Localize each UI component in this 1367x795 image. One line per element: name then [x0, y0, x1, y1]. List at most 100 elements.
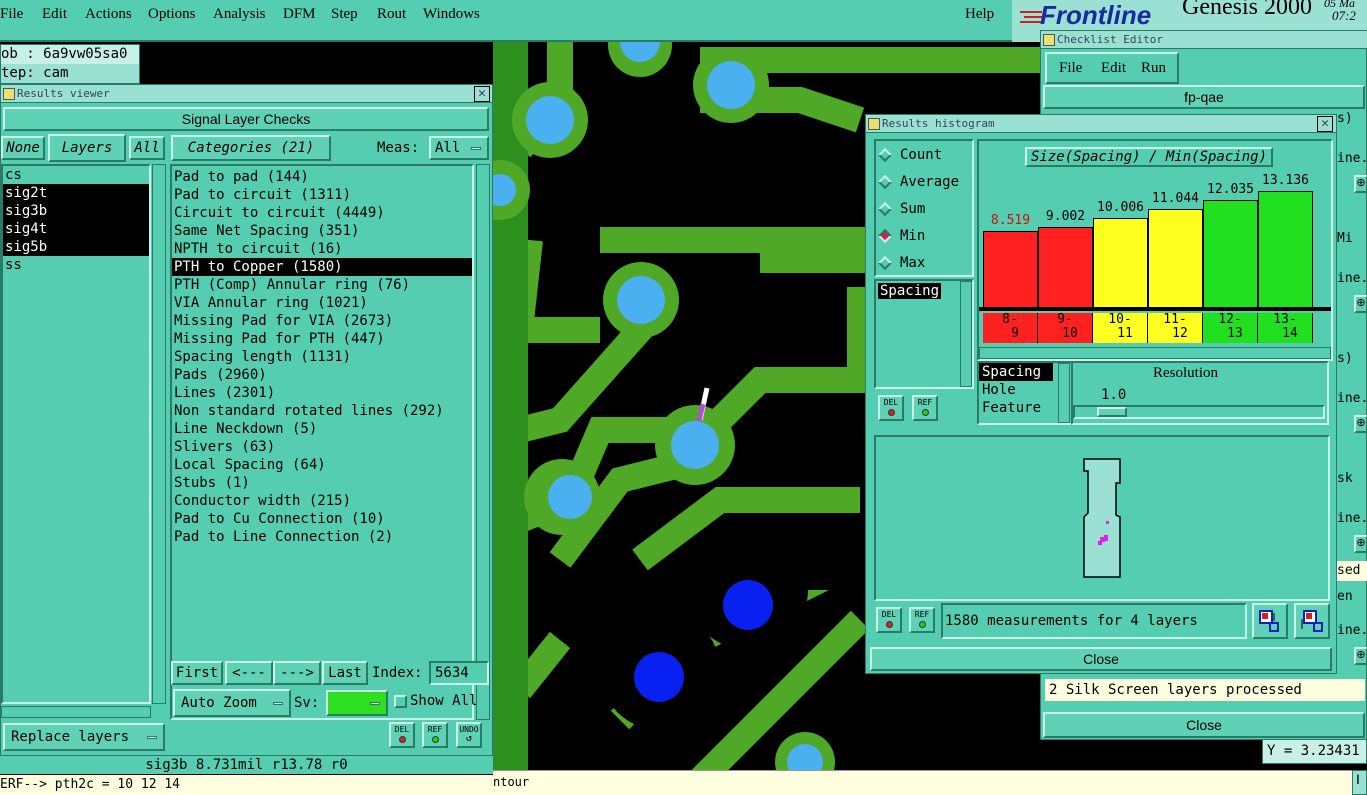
expand-icon[interactable]: ⊕ [1354, 535, 1367, 553]
chart-hscrollbar[interactable] [979, 347, 1331, 359]
window-menu-icon[interactable] [868, 118, 880, 130]
radio-sum[interactable]: Sum [876, 195, 972, 222]
category-item[interactable]: Spacing length (1131) [172, 348, 472, 366]
category-item[interactable]: Missing Pad for PTH (447) [172, 330, 472, 348]
histogram-bar[interactable] [1258, 191, 1313, 309]
measure-item[interactable]: Spacing [878, 283, 942, 299]
category-item[interactable]: VIA Annular ring (1021) [172, 294, 472, 312]
checklist-editor-titlebar[interactable]: Checklist Editor [1041, 31, 1367, 49]
zoom-back-icon[interactable] [1294, 603, 1330, 639]
checklist-menu-run[interactable]: Run [1141, 60, 1166, 77]
category-item[interactable]: Pad to Line Connection (2) [172, 528, 472, 546]
category-item[interactable]: Same Net Spacing (351) [172, 222, 472, 240]
checklist-item-fragment[interactable]: ine. [1337, 389, 1367, 409]
show-all-checkbox[interactable] [394, 695, 407, 708]
histogram-bar[interactable] [1038, 227, 1093, 309]
all-layers-button[interactable]: All [129, 136, 165, 160]
close-icon[interactable]: ✕ [1317, 116, 1333, 132]
category-item[interactable]: Circuit to circuit (4449) [172, 204, 472, 222]
checklist-item-fragment[interactable]: s) [1337, 109, 1367, 129]
index-field[interactable]: 5634 [429, 661, 489, 685]
delete-button[interactable]: DEL [389, 722, 415, 748]
replace-layers-dropdown[interactable]: Replace layers [3, 723, 165, 751]
layer-item[interactable]: sig3b [3, 202, 149, 220]
expand-icon[interactable]: ⊕ [1354, 295, 1367, 313]
layer-list[interactable]: cs sig2t sig3b sig4t sig5b ss [1, 164, 151, 704]
window-menu-icon[interactable] [1043, 34, 1055, 46]
resolution-slider-thumb[interactable] [1097, 407, 1127, 417]
checklist-item-fragment[interactable]: ine. [1337, 621, 1367, 641]
next-button[interactable]: ---> [273, 661, 321, 685]
category-item[interactable]: Pads (2960) [172, 366, 472, 384]
checklist-close-button[interactable]: Close [1043, 712, 1365, 738]
histogram-ref-button[interactable]: REF [912, 395, 938, 421]
layer-item[interactable]: sig2t [3, 184, 149, 202]
ref-button[interactable]: REF [422, 722, 448, 748]
histogram-bar[interactable] [1093, 218, 1148, 309]
checklist-item-fragment[interactable]: ine. [1337, 149, 1367, 169]
layer-list-hscrollbar[interactable] [1, 706, 151, 718]
zoom-to-selection-icon[interactable] [1252, 603, 1288, 639]
checklist-item-fragment[interactable]: sed [1337, 561, 1367, 581]
window-menu-icon[interactable] [3, 88, 15, 100]
last-button[interactable]: Last [322, 661, 368, 685]
category-item[interactable]: Stubs (1) [172, 474, 472, 492]
category-item[interactable]: Slivers (63) [172, 438, 472, 456]
menu-edit[interactable]: Edit [42, 6, 67, 23]
checklist-item-fragment[interactable]: sk [1337, 469, 1367, 489]
category-item[interactable]: PTH to Copper (1580) [172, 258, 472, 276]
checklist-item-fragment[interactable]: ine. [1337, 509, 1367, 529]
checklist-menu-file[interactable]: File [1059, 60, 1082, 77]
category-item[interactable]: Local Spacing (64) [172, 456, 472, 474]
type-item[interactable]: Spacing [979, 363, 1053, 381]
layers-button[interactable]: Layers [48, 134, 126, 162]
expand-icon[interactable]: ⊕ [1354, 175, 1367, 193]
measure-list[interactable]: Spacing [874, 279, 974, 389]
histogram-bar[interactable] [983, 231, 1038, 309]
checklist-item-fragment[interactable]: Mi [1337, 229, 1367, 249]
category-item[interactable]: Conductor width (215) [172, 492, 472, 510]
histogram-titlebar[interactable]: Results histogram ✕ [866, 115, 1336, 133]
measure-list-scrollbar[interactable] [960, 281, 972, 387]
preview-delete-button[interactable]: DEL [876, 607, 902, 633]
type-item[interactable]: Feature [979, 399, 1053, 417]
menu-dfm[interactable]: DFM [283, 6, 316, 23]
sv-color-dropdown[interactable] [326, 690, 388, 716]
menu-rout[interactable]: Rout [377, 6, 406, 23]
category-item[interactable]: Pad to Cu Connection (10) [172, 510, 472, 528]
histogram-bar[interactable] [1148, 209, 1203, 309]
checklist-item-fragment[interactable]: s) [1337, 349, 1367, 369]
radio-average[interactable]: Average [876, 168, 972, 195]
category-item[interactable]: Pad to circuit (1311) [172, 186, 472, 204]
menu-actions[interactable]: Actions [85, 6, 132, 23]
layer-list-scrollbar[interactable] [152, 164, 166, 704]
layer-item[interactable]: ss [3, 256, 149, 274]
radio-max[interactable]: Max [876, 249, 972, 276]
histogram-close-button[interactable]: Close [870, 647, 1332, 671]
close-icon[interactable]: ✕ [474, 86, 490, 102]
category-item[interactable]: Lines (2301) [172, 384, 472, 402]
expand-icon[interactable]: ⊕ [1354, 415, 1367, 433]
menu-analysis[interactable]: Analysis [213, 6, 266, 23]
layer-item[interactable]: sig5b [3, 238, 149, 256]
histogram-delete-button[interactable]: DEL [878, 395, 904, 421]
menu-file[interactable]: File [0, 6, 23, 23]
menu-help[interactable]: Help [965, 6, 994, 23]
menu-options[interactable]: Options [148, 6, 196, 23]
category-item[interactable]: NPTH to circuit (16) [172, 240, 472, 258]
first-button[interactable]: First [171, 661, 223, 685]
checklist-menu-edit[interactable]: Edit [1101, 60, 1126, 77]
category-item[interactable]: Line Neckdown (5) [172, 420, 472, 438]
category-list-scrollbar[interactable] [476, 164, 490, 720]
layer-item[interactable]: sig4t [3, 220, 149, 238]
menu-windows[interactable]: Windows [423, 6, 480, 23]
expand-icon[interactable]: ⊕ [1354, 647, 1367, 665]
auto-zoom-dropdown[interactable]: Auto Zoom [173, 689, 291, 717]
command-line[interactable]: ERF--> pth2c = 10 12 14 [0, 775, 493, 795]
categories-button[interactable]: Categories (21) [171, 135, 331, 161]
resolution-slider[interactable] [1073, 405, 1325, 419]
undo-button[interactable]: UNDO ↺ [456, 722, 482, 748]
meas-dropdown[interactable]: All [429, 136, 489, 160]
preview-ref-button[interactable]: REF [909, 607, 935, 633]
none-button[interactable]: None [1, 136, 45, 160]
